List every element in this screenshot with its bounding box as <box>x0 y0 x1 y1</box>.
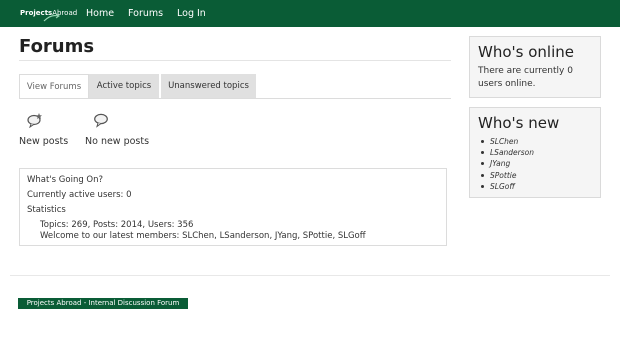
nav-home-link[interactable]: Home <box>86 8 114 20</box>
page-title: Forums <box>19 36 95 57</box>
whos-new-panel: Who's new SLChen LSanderson JYang SPotti… <box>469 107 601 198</box>
whos-new-title: Who's new <box>478 114 560 132</box>
statistics-heading: Statistics <box>27 205 66 215</box>
whos-online-panel: Who's online There are currently 0 users… <box>469 36 601 98</box>
tab-active-topics[interactable]: Active topics <box>89 74 159 98</box>
legend-no-new-posts-label: No new posts <box>85 136 150 147</box>
nav-forums-link[interactable]: Forums <box>128 8 163 20</box>
latest-members-text: Welcome to our latest members: SLChen, L… <box>40 231 366 241</box>
stats-heading: What's Going On? <box>27 175 104 185</box>
forum-totals: Topics: 269, Posts: 2014, Users: 356 <box>40 220 194 230</box>
nav-login-link[interactable]: Log In <box>177 8 206 20</box>
tab-view-forums[interactable]: View Forums <box>19 74 89 99</box>
whats-going-on-panel: What's Going On? Currently active users:… <box>19 168 447 246</box>
new-posts-icon <box>27 113 42 128</box>
new-member-link[interactable]: JYang <box>479 158 534 169</box>
title-divider <box>19 60 451 61</box>
top-navbar: ProjectsAbroad Home Forums Log In <box>0 0 620 27</box>
new-member-link[interactable]: SLGoff <box>479 181 534 192</box>
logo-swoosh-icon <box>43 13 60 22</box>
active-users-text: Currently active users: 0 <box>27 190 132 200</box>
new-member-link[interactable]: SLChen <box>479 136 534 147</box>
no-new-posts-icon <box>94 113 108 128</box>
footer-divider <box>10 275 610 276</box>
whos-online-text: There are currently 0 users online. <box>478 66 573 89</box>
new-member-link[interactable]: SPottie <box>479 170 534 181</box>
footer-badge: Projects Abroad - Internal Discussion Fo… <box>18 298 188 309</box>
whos-online-title: Who's online <box>478 43 574 61</box>
site-logo[interactable]: ProjectsAbroad <box>20 8 77 22</box>
tab-unanswered-topics[interactable]: Unanswered topics <box>161 74 256 98</box>
legend-new-posts-label: New posts <box>19 136 69 147</box>
tabs-divider <box>19 98 451 99</box>
new-members-list: SLChen LSanderson JYang SPottie SLGoff <box>479 136 534 192</box>
new-member-link[interactable]: LSanderson <box>479 147 534 158</box>
